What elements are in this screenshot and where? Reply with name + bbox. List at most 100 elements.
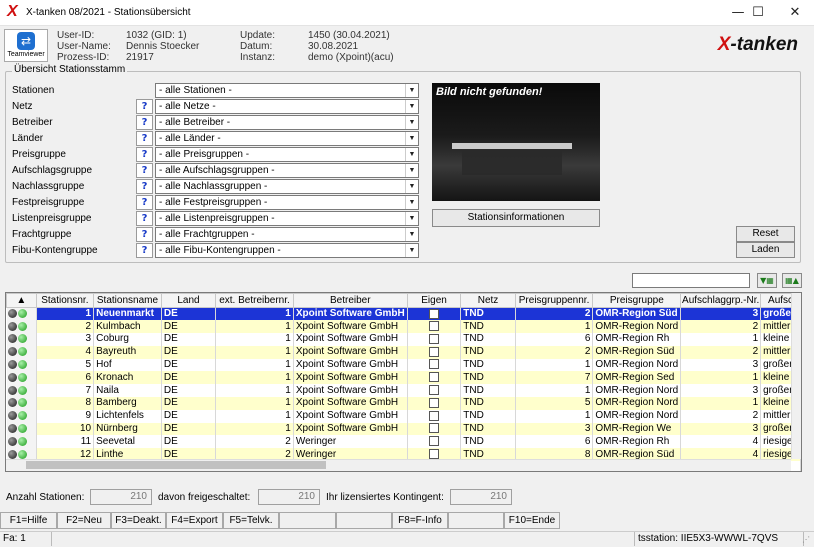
chevron-down-icon[interactable]: ▼ <box>405 180 418 193</box>
filter-combo-10[interactable]: - alle Fibu-Kontengruppen - ▼ <box>155 243 419 258</box>
fkey-button-1[interactable]: F1=Hilfe <box>0 512 57 529</box>
eigen-checkbox-cell[interactable] <box>407 307 462 321</box>
grid-header-8[interactable]: Preisgruppe <box>592 293 682 308</box>
grid-hscroll-thumb[interactable] <box>26 461 326 469</box>
filter-combo-7[interactable]: - alle Festpreisgruppen - ▼ <box>155 195 419 210</box>
eigen-checkbox[interactable] <box>429 372 440 383</box>
help-button-8[interactable]: ? <box>136 211 153 226</box>
help-button-7[interactable]: ? <box>136 195 153 210</box>
fkey-button-9[interactable] <box>448 512 504 529</box>
table-row[interactable]: 6 Kronach DE 1 Xpoint Software GmbH TND 7 OMR-R… <box>6 371 801 385</box>
fkey-button-2[interactable]: F2=Neu <box>57 512 111 529</box>
eigen-checkbox-cell[interactable] <box>407 371 462 385</box>
eigen-checkbox[interactable] <box>429 397 440 408</box>
chevron-down-icon[interactable]: ▼ <box>405 116 418 129</box>
chevron-down-icon[interactable]: ▼ <box>405 84 418 97</box>
help-button-6[interactable]: ? <box>136 179 153 194</box>
filter-combo-8[interactable]: - alle Listenpreisgruppen - ▼ <box>155 211 419 226</box>
filter-combo-1[interactable]: - alle Netze - ▼ <box>155 99 419 114</box>
grid-header-9[interactable]: Aufschlaggrp.-Nr. <box>680 293 762 308</box>
eigen-checkbox[interactable] <box>429 436 440 447</box>
filter-combo-9[interactable]: - alle Frachtgruppen - ▼ <box>155 227 419 242</box>
filter-combo-6[interactable]: - alle Nachlassgruppen - ▼ <box>155 179 419 194</box>
table-row[interactable]: 4 Bayreuth DE 1 Xpoint Software GmbH TND 2 OMR-… <box>6 345 801 359</box>
table-row[interactable]: 7 Naila DE 1 Xpoint Software GmbH TND 1 OMR-Reg… <box>6 384 801 398</box>
table-row[interactable]: 11 Seevetal DE 2 Weringer TND 6 OMR-Region Rh 4 r… <box>6 435 801 449</box>
table-row[interactable]: 3 Coburg DE 1 Xpoint Software GmbH TND 6 OMR-Re… <box>6 333 801 346</box>
fkey-button-10[interactable]: F10=Ende <box>504 512 560 529</box>
grid-header-5[interactable]: Eigen <box>406 293 462 308</box>
help-button-1[interactable]: ? <box>136 99 153 114</box>
chevron-down-icon[interactable]: ▼ <box>405 100 418 113</box>
chevron-down-icon[interactable]: ▼ <box>405 132 418 145</box>
eigen-checkbox-cell[interactable] <box>407 333 462 346</box>
eigen-checkbox[interactable] <box>429 449 440 460</box>
eigen-checkbox[interactable] <box>429 346 440 357</box>
filter-combo-5[interactable]: - alle Aufschlagsgruppen - ▼ <box>155 163 419 178</box>
grid-header-2[interactable]: Land <box>160 293 217 308</box>
help-button-5[interactable]: ? <box>136 163 153 178</box>
eigen-checkbox[interactable] <box>429 321 440 332</box>
stations-grid[interactable]: ▲ Stationsnr. Stationsname Land ext. Betrei… <box>5 292 802 472</box>
eigen-checkbox[interactable] <box>429 410 440 421</box>
eigen-checkbox-cell[interactable] <box>407 320 462 334</box>
search-input[interactable] <box>632 273 750 288</box>
eigen-checkbox-cell[interactable] <box>407 435 462 449</box>
grid-header-0[interactable]: Stationsnr. <box>35 293 95 308</box>
fkey-button-5[interactable]: F5=Telvk. <box>223 512 279 529</box>
help-button-3[interactable]: ? <box>136 131 153 146</box>
reset-button[interactable]: Reset <box>736 226 795 242</box>
grid-header-7[interactable]: Preisgruppennr. <box>514 293 594 308</box>
resize-grip-icon[interactable]: ⋰ <box>802 535 810 544</box>
eigen-checkbox-cell[interactable] <box>407 397 462 410</box>
eigen-checkbox-cell[interactable] <box>407 409 462 423</box>
grid-header-4[interactable]: Betreiber <box>292 293 408 308</box>
grid-corner-sort-icon[interactable]: ▲ <box>6 293 37 308</box>
eigen-checkbox[interactable] <box>429 308 440 319</box>
chevron-down-icon[interactable]: ▼ <box>405 196 418 209</box>
eigen-checkbox-cell[interactable] <box>407 384 462 398</box>
fkey-button-4[interactable]: F4=Export <box>166 512 223 529</box>
table-row[interactable]: 5 Hof DE 1 Xpoint Software GmbH TND 1 OMR-Regio… <box>6 358 801 372</box>
stationsinformationen-button[interactable]: Stationsinformationen <box>432 209 600 227</box>
help-button-10[interactable]: ? <box>136 243 153 258</box>
table-row[interactable]: 2 Kulmbach DE 1 Xpoint Software GmbH TND 1 OMR-… <box>6 320 801 334</box>
help-button-9[interactable]: ? <box>136 227 153 242</box>
grid-vertical-scrollbar[interactable] <box>791 293 801 459</box>
laden-button[interactable]: Laden <box>736 242 795 258</box>
grid-header-3[interactable]: ext. Betreibernr. <box>215 293 294 308</box>
search-up-icon[interactable]: ▦▲ <box>782 273 802 288</box>
grid-header-6[interactable]: Netz <box>460 293 516 308</box>
filter-combo-4[interactable]: - alle Preisgruppen - ▼ <box>155 147 419 162</box>
eigen-checkbox[interactable] <box>429 385 440 396</box>
help-button-2[interactable]: ? <box>136 115 153 130</box>
eigen-checkbox[interactable] <box>429 423 440 434</box>
table-row[interactable]: 10 Nürnberg DE 1 Xpoint Software GmbH TND 3 OMR… <box>6 422 801 436</box>
table-row[interactable]: 8 Bamberg DE 1 Xpoint Software GmbH TND 5 OMR-R… <box>6 397 801 410</box>
search-down-icon[interactable]: ▼▦ <box>757 273 777 288</box>
table-row[interactable]: 1 Neuenmarkt DE 1 Xpoint Software GmbH TND 2 OM… <box>6 307 801 321</box>
filter-combo-3[interactable]: - alle Länder - ▼ <box>155 131 419 146</box>
filter-combo-2[interactable]: - alle Betreiber - ▼ <box>155 115 419 130</box>
eigen-checkbox-cell[interactable] <box>407 422 462 436</box>
filter-combo-0[interactable]: - alle Stationen - ▼ <box>155 83 419 98</box>
chevron-down-icon[interactable]: ▼ <box>405 148 418 161</box>
eigen-checkbox[interactable] <box>429 359 440 370</box>
table-row[interactable]: 9 Lichtenfels DE 1 Xpoint Software GmbH TND 1 O… <box>6 409 801 423</box>
help-button-4[interactable]: ? <box>136 147 153 162</box>
fkey-button-7[interactable] <box>336 512 392 529</box>
chevron-down-icon[interactable]: ▼ <box>405 164 418 177</box>
eigen-checkbox-cell[interactable] <box>407 345 462 359</box>
chevron-down-icon[interactable]: ▼ <box>405 244 418 257</box>
chevron-down-icon[interactable]: ▼ <box>405 212 418 225</box>
chevron-down-icon[interactable]: ▼ <box>405 228 418 241</box>
eigen-checkbox-cell[interactable] <box>407 358 462 372</box>
fkey-button-8[interactable]: F8=F-Info <box>392 512 448 529</box>
teamviewer-button[interactable]: ⇄ Teamviewer <box>4 29 48 62</box>
maximize-button[interactable]: ☐ <box>740 0 776 26</box>
fkey-button-6[interactable] <box>279 512 336 529</box>
fkey-button-3[interactable]: F3=Deakt. <box>111 512 166 529</box>
eigen-checkbox[interactable] <box>429 333 440 344</box>
grid-header-1[interactable]: Stationsname <box>93 293 162 308</box>
close-button[interactable]: ✕ <box>776 0 814 26</box>
